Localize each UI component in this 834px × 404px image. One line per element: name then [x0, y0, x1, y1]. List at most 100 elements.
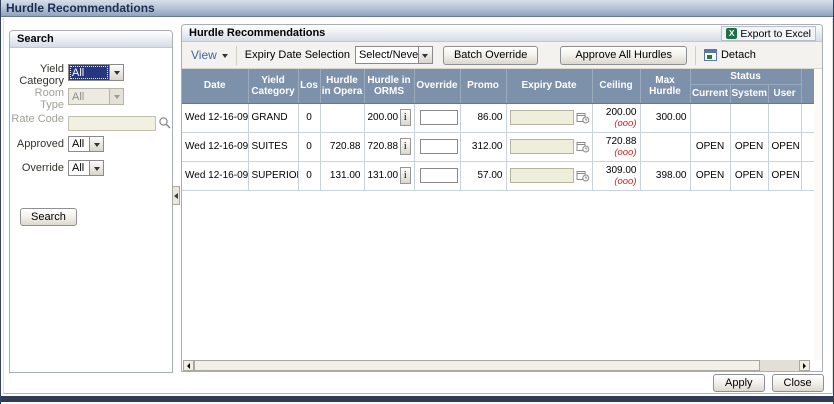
chevron-down-icon[interactable]: [417, 47, 432, 63]
excel-icon: [726, 28, 738, 39]
column-header-max-hurdle: Max Hurdle: [640, 69, 691, 104]
splitter-collapse-handle[interactable]: [172, 186, 180, 205]
expiry-date-selection-dropdown[interactable]: Select/Never: [354, 46, 433, 64]
column-header-date: Date: [182, 69, 249, 104]
ceiling-ooo-note: (ooo): [614, 146, 637, 158]
cell-status-system: OPEN: [730, 161, 769, 191]
close-button[interactable]: Close: [771, 374, 824, 392]
cell-override: [414, 161, 461, 191]
footer-buttons: Apply Close: [713, 374, 824, 392]
batch-override-button[interactable]: Batch Override: [442, 45, 539, 65]
info-button[interactable]: i: [400, 109, 411, 126]
column-header-status-group: Status: [690, 69, 802, 85]
search-lookup-icon: [158, 116, 172, 130]
info-button[interactable]: i: [400, 138, 411, 155]
cell-hurdle-in-opera: 720.88: [320, 132, 365, 162]
approve-all-hurdles-button[interactable]: Approve All Hurdles: [560, 45, 687, 65]
detach-label: Detach: [720, 49, 756, 61]
cell-hurdle-in-orms: 200.00 i: [364, 103, 415, 133]
cell-hurdle-in-opera: 131.00: [320, 161, 365, 191]
hurdle-orms-value: 200.00: [367, 112, 399, 123]
cell-date: Wed 12-16-09: [182, 103, 249, 133]
approved-label: Approved: [16, 138, 64, 150]
cell-approve: [801, 103, 814, 133]
chevron-down-icon: [221, 53, 228, 61]
chevron-down-icon[interactable]: [89, 161, 103, 175]
cell-hurdle-in-orms: 720.88 i: [364, 132, 415, 162]
info-button[interactable]: i: [400, 167, 411, 184]
cell-status-user: [768, 103, 802, 133]
search-button[interactable]: Search: [20, 208, 77, 226]
cell-max-hurdle: 300.00: [640, 103, 691, 133]
column-header-los: Los: [298, 69, 321, 104]
yield-category-dropdown[interactable]: All: [68, 64, 124, 81]
expiry-date-input[interactable]: [509, 110, 574, 125]
results-panel: Hurdle Recommendations Export to Excel V…: [181, 24, 823, 372]
cell-status-user: OPEN: [768, 132, 802, 162]
window-title: Hurdle Recommendations: [6, 1, 155, 15]
cell-override: [414, 103, 461, 133]
calendar-icon[interactable]: [576, 169, 590, 182]
approved-dropdown[interactable]: All: [68, 136, 104, 152]
expiry-date-input[interactable]: [509, 168, 574, 183]
cell-max-hurdle: 398.00: [640, 161, 691, 191]
override-dropdown[interactable]: All: [68, 160, 104, 176]
column-header-status-user: User: [768, 84, 802, 104]
calendar-icon[interactable]: [576, 111, 590, 124]
expiry-date-selection-label: Expiry Date Selection: [244, 49, 350, 61]
cell-status-current: OPEN: [690, 132, 731, 162]
cell-yield-category: SUPERIOR: [248, 161, 299, 191]
apply-button[interactable]: Apply: [713, 374, 765, 392]
yield-category-label: Yield Category: [19, 63, 64, 87]
window-titlebar: Hurdle Recommendations: [1, 0, 833, 17]
detach-button[interactable]: Detach: [703, 49, 756, 61]
cell-los: 0: [298, 132, 321, 162]
yield-category-value: All: [69, 65, 109, 80]
hurdle-table: Date Yield Category Los Hurdle in Opera …: [182, 69, 814, 191]
scroll-right-button[interactable]: [799, 360, 810, 371]
column-header-override: Override: [414, 69, 461, 104]
cell-los: 0: [298, 161, 321, 191]
calendar-icon[interactable]: [576, 140, 590, 153]
cell-override: [414, 132, 461, 162]
column-header-promo: Promo: [460, 69, 507, 104]
cell-yield-category: SUITES: [248, 132, 299, 162]
column-header-hurdle-in-orms: Hurdle in ORMS: [364, 69, 415, 104]
ceiling-value: 309.00: [605, 164, 637, 176]
override-input[interactable]: [419, 139, 458, 154]
table-row: Wed 12-16-09 SUPERIOR 0 131.00 131.00 i: [182, 161, 814, 191]
search-panel: Search Yield Category All Room Type All …: [9, 30, 173, 373]
search-form: Yield Category All Room Type All Rate Co…: [10, 48, 172, 372]
cell-approve: [801, 132, 814, 162]
scrollbar-thumb[interactable]: [194, 360, 760, 371]
table-row: Wed 12-16-09 SUITES 0 720.88 720.88 i 31…: [182, 132, 814, 162]
column-header-expiry-date: Expiry Date: [506, 69, 593, 104]
cell-ceiling: 309.00 (ooo): [592, 161, 641, 191]
expiry-date-input[interactable]: [509, 139, 574, 154]
chevron-down-icon[interactable]: [109, 65, 123, 80]
export-to-excel-button[interactable]: Export to Excel: [721, 26, 816, 41]
cell-status-current: [690, 103, 731, 133]
override-input[interactable]: [419, 110, 458, 125]
toolbar-separator: [235, 45, 237, 65]
horizontal-scrollbar[interactable]: [183, 360, 810, 371]
column-header-ceiling: Ceiling: [592, 69, 641, 104]
scrollbar-track[interactable]: [760, 360, 799, 371]
column-header-approve-truncated: Ap: [801, 69, 814, 104]
scroll-left-button[interactable]: [183, 360, 194, 371]
cell-ceiling: 200.00 (ooo): [592, 103, 641, 133]
window-bottom-bar: [1, 396, 833, 402]
view-menu-button[interactable]: View: [191, 48, 228, 62]
cell-promo: 312.00: [460, 132, 507, 162]
detach-icon: [703, 49, 717, 61]
cell-date: Wed 12-16-09: [182, 132, 249, 162]
table-row: Wed 12-16-09 GRAND 0 200.00 i 86.00 200.…: [182, 103, 814, 133]
chevron-down-icon[interactable]: [89, 137, 103, 151]
approved-value: All: [72, 138, 85, 150]
ceiling-value: 720.88: [605, 135, 637, 147]
room-type-dropdown: All: [68, 88, 124, 105]
column-header-status-system: System: [730, 84, 769, 104]
override-input[interactable]: [419, 168, 458, 183]
search-panel-title: Search: [17, 33, 54, 45]
search-panel-header: Search: [10, 31, 172, 48]
